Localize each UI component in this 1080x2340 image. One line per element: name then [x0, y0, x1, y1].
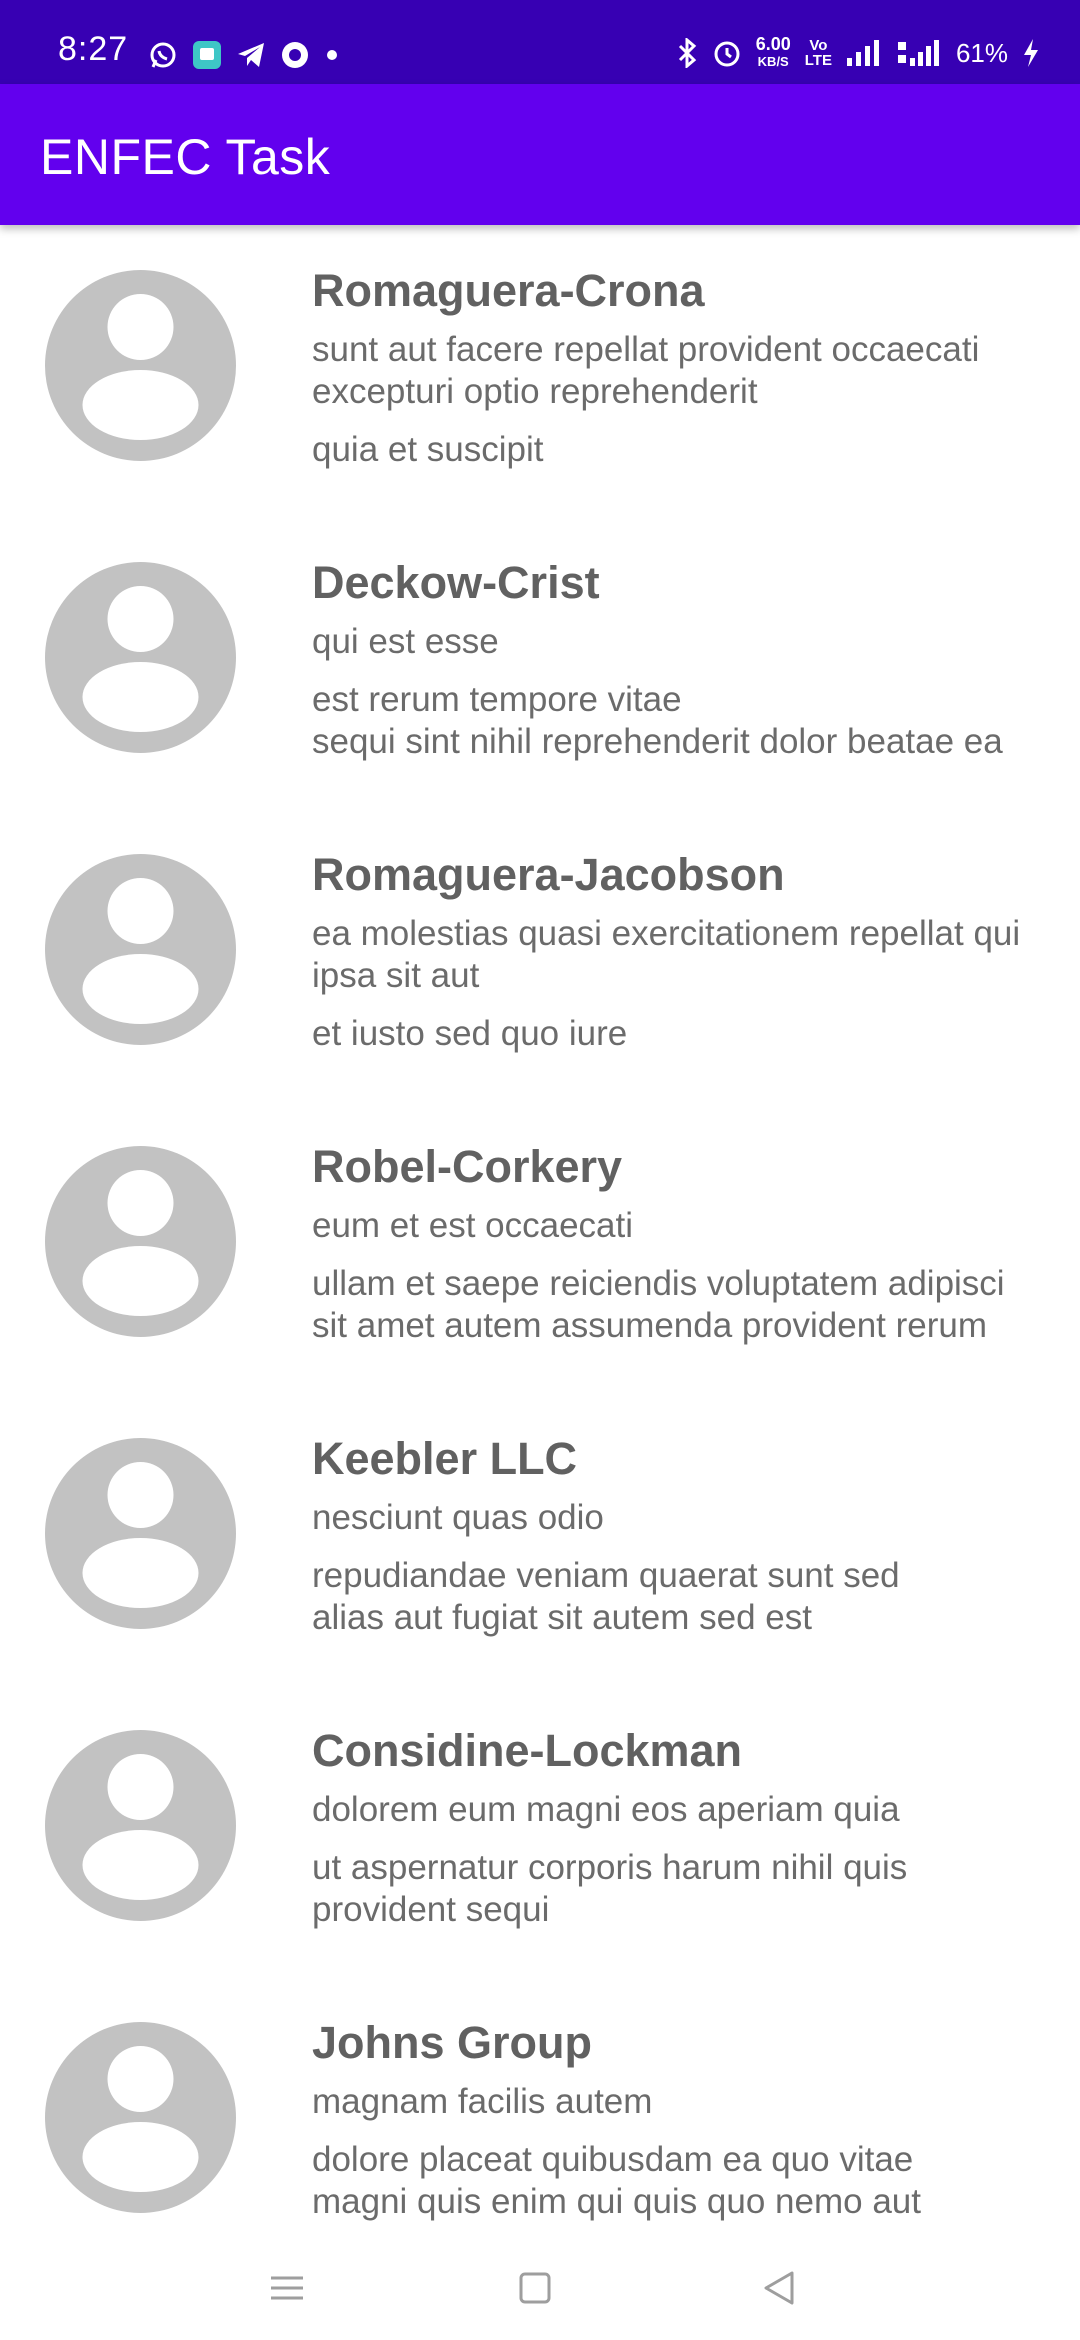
menu-icon[interactable]	[267, 2268, 317, 2314]
list-item-text: Romaguera-Jacobson ea molestias quasi ex…	[312, 845, 1052, 1055]
back-icon[interactable]	[760, 2268, 810, 2314]
notification-icons	[148, 40, 340, 70]
app-title: ENFEC Task	[40, 129, 331, 185]
list-item[interactable]: Deckow-Crist qui est esse est rerum temp…	[0, 517, 1080, 809]
post-title: qui est esse	[312, 622, 499, 661]
company-name: Considine-Lockman	[312, 1725, 743, 1776]
list-item[interactable]: Considine-Lockman dolorem eum magni eos …	[0, 1685, 1080, 1977]
list-item-text: Robel-Corkery eum et est occaecati ullam…	[312, 1137, 1052, 1347]
company-name: Keebler LLC	[312, 1433, 578, 1484]
status-bar: 8:27 6.00 KB/S Vo LTE 61%	[0, 0, 1080, 84]
post-title: sunt aut facere repellat provident occae…	[312, 330, 980, 411]
battery-percent: 61%	[955, 37, 1008, 68]
dot-icon	[324, 47, 340, 63]
post-title: ea molestias quasi exercitationem repell…	[312, 914, 1021, 995]
list-item[interactable]: Johns Group magnam facilis autem dolore …	[0, 1977, 1080, 2269]
whatsapp-icon	[148, 40, 178, 70]
company-name: Johns Group	[312, 2017, 592, 2068]
signal-4g-icon	[896, 38, 942, 68]
list-item[interactable]: Robel-Corkery eum et est occaecati ullam…	[0, 1101, 1080, 1393]
telegram-icon	[236, 40, 266, 70]
post-body: et iusto sed quo iure	[312, 1014, 628, 1053]
network-speed: 6.00 KB/S	[755, 34, 791, 70]
status-right-icons: 6.00 KB/S Vo LTE 61%	[676, 34, 1040, 70]
network-speed-unit: KB/S	[757, 54, 789, 69]
list-item-text: Keebler LLC nesciunt quas odio repudiand…	[312, 1429, 1052, 1639]
avatar-icon	[45, 270, 236, 461]
avatar-icon	[45, 1438, 236, 1629]
list-item-text: Romaguera-Crona sunt aut facere repellat…	[312, 261, 1052, 471]
list-item-text: Deckow-Crist qui est esse est rerum temp…	[312, 553, 1052, 763]
post-title: nesciunt quas odio	[312, 1498, 604, 1537]
company-name: Romaguera-Crona	[312, 265, 705, 316]
status-time: 8:27	[58, 30, 129, 68]
list-item-text: Considine-Lockman dolorem eum magni eos …	[312, 1721, 1052, 1931]
avatar-icon	[45, 562, 236, 753]
charging-icon	[1022, 38, 1040, 68]
volte-indicator: Vo LTE	[805, 38, 832, 68]
list-item-text: Johns Group magnam facilis autem dolore …	[312, 2013, 1052, 2223]
post-body: ut aspernatur corporis harum nihil quis …	[312, 1848, 908, 1929]
post-title: eum et est occaecati	[312, 1206, 633, 1245]
post-body: repudiandae veniam quaerat sunt sed alia…	[312, 1556, 900, 1637]
post-body: est rerum tempore vitae sequi sint nihil…	[312, 680, 1003, 761]
post-body: dolore placeat quibusdam ea quo vitae ma…	[312, 2140, 921, 2221]
post-title: dolorem eum magni eos aperiam quia	[312, 1790, 900, 1829]
alarm-icon	[712, 38, 742, 68]
volte-bottom: LTE	[804, 52, 832, 69]
post-body: quia et suscipit	[312, 430, 544, 469]
company-name: Robel-Corkery	[312, 1141, 623, 1192]
avatar-icon	[45, 854, 236, 1045]
app-screen: 8:27 6.00 KB/S Vo LTE 61% ENFEC Task Rom…	[0, 0, 1080, 2340]
app-bar: ENFEC Task	[0, 84, 1080, 225]
home-icon[interactable]	[515, 2268, 565, 2314]
posts-list[interactable]: Romaguera-Crona sunt aut facere repellat…	[0, 225, 1080, 2269]
avatar-icon	[45, 1146, 236, 1337]
post-body: ullam et saepe reiciendis voluptatem adi…	[312, 1264, 1005, 1345]
signal-icon	[846, 38, 882, 68]
company-name: Deckow-Crist	[312, 557, 600, 608]
list-item[interactable]: Romaguera-Crona sunt aut facere repellat…	[0, 225, 1080, 517]
messages-app-icon	[192, 40, 222, 70]
avatar-icon	[45, 1730, 236, 1921]
avatar-icon	[45, 2022, 236, 2213]
list-item[interactable]: Keebler LLC nesciunt quas odio repudiand…	[0, 1393, 1080, 1685]
list-item[interactable]: Romaguera-Jacobson ea molestias quasi ex…	[0, 809, 1080, 1101]
navigation-bar	[0, 2240, 1080, 2340]
company-name: Romaguera-Jacobson	[312, 849, 785, 900]
post-title: magnam facilis autem	[312, 2082, 653, 2121]
jio-icon	[280, 40, 310, 70]
bluetooth-icon	[676, 38, 698, 68]
network-speed-value: 6.00	[755, 34, 791, 54]
